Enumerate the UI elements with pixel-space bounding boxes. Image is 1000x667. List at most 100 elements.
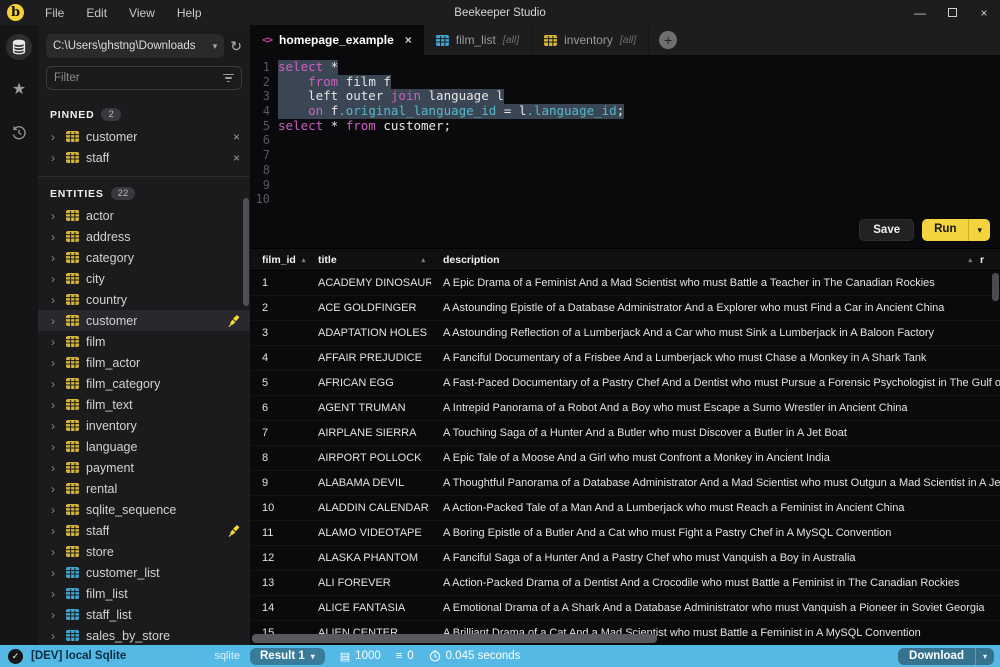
cell-description[interactable]: A Epic Tale of a Moose And a Girl who mu… <box>431 452 1000 464</box>
cell-title[interactable]: ALI FOREVER <box>306 577 431 589</box>
table-row[interactable]: 2ACE GOLDFINGERA Astounding Epistle of a… <box>250 296 1000 321</box>
cell-description[interactable]: A Fanciful Saga of a Hunter And a Pastry… <box>431 552 1000 564</box>
column-header-overflow[interactable]: r <box>978 249 1000 270</box>
cell-film_id[interactable]: 10 <box>250 502 306 514</box>
pinned-item-staff[interactable]: › staff× <box>38 147 250 168</box>
table-row[interactable]: 7AIRPLANE SIERRAA Touching Saga of a Hun… <box>250 421 1000 446</box>
entity-item-inventory[interactable]: › inventory <box>38 415 250 436</box>
entity-item-city[interactable]: › city <box>38 268 250 289</box>
results-vertical-scrollbar[interactable] <box>992 273 999 301</box>
close-button[interactable]: × <box>968 0 1000 25</box>
cell-film_id[interactable]: 5 <box>250 377 306 389</box>
cell-film_id[interactable]: 14 <box>250 602 306 614</box>
cell-description[interactable]: A Thoughtful Panorama of a Database Admi… <box>431 477 1000 489</box>
cell-film_id[interactable]: 4 <box>250 352 306 364</box>
table-row[interactable]: 14ALICE FANTASIAA Emotional Drama of a A… <box>250 596 1000 621</box>
sql-editor[interactable]: 1select *2 from film f3 left outer join … <box>250 55 1000 248</box>
tab-homepage_example[interactable]: <>homepage_example× <box>250 25 424 55</box>
menu-file[interactable]: File <box>34 0 75 25</box>
cell-description[interactable]: A Emotional Drama of a A Shark And a Dat… <box>431 602 1000 614</box>
entities-section-header[interactable]: ENTITIES 22 <box>38 177 250 205</box>
cell-title[interactable]: ALICE FANTASIA <box>306 602 431 614</box>
cell-film_id[interactable]: 13 <box>250 577 306 589</box>
minimize-button[interactable]: — <box>904 0 936 25</box>
table-row[interactable]: 10ALADDIN CALENDARA Action-Packed Tale o… <box>250 496 1000 521</box>
menu-edit[interactable]: Edit <box>75 0 118 25</box>
cell-title[interactable]: AIRPLANE SIERRA <box>306 427 431 439</box>
close-tab-icon[interactable]: × <box>405 33 412 47</box>
column-header-film_id[interactable]: film_id▴ <box>250 249 306 270</box>
table-row[interactable]: 12ALASKA PHANTOMA Fanciful Saga of a Hun… <box>250 546 1000 571</box>
cell-description[interactable]: A Boring Epistle of a Butler And a Cat w… <box>431 527 1000 539</box>
cell-title[interactable]: AGENT TRUMAN <box>306 402 431 414</box>
cell-description[interactable]: A Fast-Paced Documentary of a Pastry Che… <box>431 377 1000 389</box>
entity-item-address[interactable]: › address <box>38 226 250 247</box>
entity-item-film_category[interactable]: › film_category <box>38 373 250 394</box>
history-rail-button[interactable] <box>6 120 32 146</box>
table-row[interactable]: 5AFRICAN EGGA Fast-Paced Documentary of … <box>250 371 1000 396</box>
connection-name[interactable]: [DEV] local Sqlite <box>31 650 126 662</box>
entity-item-store[interactable]: › store <box>38 541 250 562</box>
entity-item-rental[interactable]: › rental <box>38 478 250 499</box>
menu-help[interactable]: Help <box>166 0 213 25</box>
table-row[interactable]: 13ALI FOREVERA Action-Packed Drama of a … <box>250 571 1000 596</box>
entity-item-film_list[interactable]: › film_list <box>38 583 250 604</box>
cell-film_id[interactable]: 3 <box>250 327 306 339</box>
entity-item-sales_by_store[interactable]: › sales_by_store <box>38 625 250 645</box>
entity-item-country[interactable]: › country <box>38 289 250 310</box>
cell-title[interactable]: ALAMO VIDEOTAPE <box>306 527 431 539</box>
cell-film_id[interactable]: 7 <box>250 427 306 439</box>
cell-title[interactable]: ADAPTATION HOLES <box>306 327 431 339</box>
cell-title[interactable]: AFFAIR PREJUDICE <box>306 352 431 364</box>
cell-description[interactable]: A Fanciful Documentary of a Frisbee And … <box>431 352 1000 364</box>
run-button-label[interactable]: Run <box>922 219 968 241</box>
entity-item-actor[interactable]: › actor <box>38 205 250 226</box>
filter-input[interactable] <box>54 72 223 84</box>
unpin-icon[interactable]: × <box>233 130 240 144</box>
entity-item-staff[interactable]: › staff <box>38 520 250 541</box>
run-options-caret[interactable]: ▾ <box>968 219 990 241</box>
new-tab-button[interactable]: + <box>659 31 677 49</box>
pinned-section-header[interactable]: PINNED 2 <box>38 98 250 126</box>
cell-film_id[interactable]: 11 <box>250 527 306 539</box>
refresh-button[interactable]: ↻ <box>230 38 242 55</box>
cell-film_id[interactable]: 1 <box>250 277 306 289</box>
column-header-description[interactable]: description▴ <box>431 249 978 270</box>
cell-description[interactable]: A Astounding Epistle of a Database Admin… <box>431 302 1000 314</box>
entity-item-staff_list[interactable]: › staff_list <box>38 604 250 625</box>
entity-item-payment[interactable]: › payment <box>38 457 250 478</box>
cell-title[interactable]: ALADDIN CALENDAR <box>306 502 431 514</box>
cell-description[interactable]: A Action-Packed Drama of a Dentist And a… <box>431 577 1000 589</box>
entity-item-language[interactable]: › language <box>38 436 250 457</box>
table-row[interactable]: 6AGENT TRUMANA Intrepid Panorama of a Ro… <box>250 396 1000 421</box>
cell-title[interactable]: AFRICAN EGG <box>306 377 431 389</box>
cell-film_id[interactable]: 8 <box>250 452 306 464</box>
table-row[interactable]: 9ALABAMA DEVILA Thoughtful Panorama of a… <box>250 471 1000 496</box>
sidebar-scrollbar[interactable] <box>243 198 249 306</box>
save-button[interactable]: Save <box>859 219 914 241</box>
table-row[interactable]: 8AIRPORT POLLOCKA Epic Tale of a Moose A… <box>250 446 1000 471</box>
cell-description[interactable]: A Astounding Reflection of a Lumberjack … <box>431 327 1000 339</box>
cell-title[interactable]: AIRPORT POLLOCK <box>306 452 431 464</box>
tables-rail-button[interactable] <box>6 34 32 60</box>
entity-item-film_text[interactable]: › film_text <box>38 394 250 415</box>
result-selector[interactable]: Result 1 ▾ <box>250 648 325 665</box>
cell-film_id[interactable]: 9 <box>250 477 306 489</box>
download-button[interactable]: Download ▾ <box>898 648 994 665</box>
entity-item-customer[interactable]: › customer <box>38 310 250 331</box>
database-selector[interactable]: C:\Users\ghstng\Downloads ▾ <box>46 34 224 58</box>
cell-title[interactable]: ALABAMA DEVIL <box>306 477 431 489</box>
favorites-rail-button[interactable]: ★ <box>6 77 32 103</box>
pinned-item-customer[interactable]: › customer× <box>38 126 250 147</box>
cell-description[interactable]: A Epic Drama of a Feminist And a Mad Sci… <box>431 277 1000 289</box>
cell-title[interactable]: ACE GOLDFINGER <box>306 302 431 314</box>
tab-inventory[interactable]: inventory[all] <box>532 25 649 55</box>
column-header-title[interactable]: title▴ <box>306 249 431 270</box>
table-row[interactable]: 3ADAPTATION HOLESA Astounding Reflection… <box>250 321 1000 346</box>
entity-item-film[interactable]: › film <box>38 331 250 352</box>
unpin-icon[interactable]: × <box>233 151 240 165</box>
results-horizontal-scrollbar[interactable] <box>252 634 657 643</box>
tab-film_list[interactable]: film_list[all] <box>424 25 532 55</box>
entity-item-category[interactable]: › category <box>38 247 250 268</box>
cell-description[interactable]: A Action-Packed Tale of a Man And a Lumb… <box>431 502 1000 514</box>
